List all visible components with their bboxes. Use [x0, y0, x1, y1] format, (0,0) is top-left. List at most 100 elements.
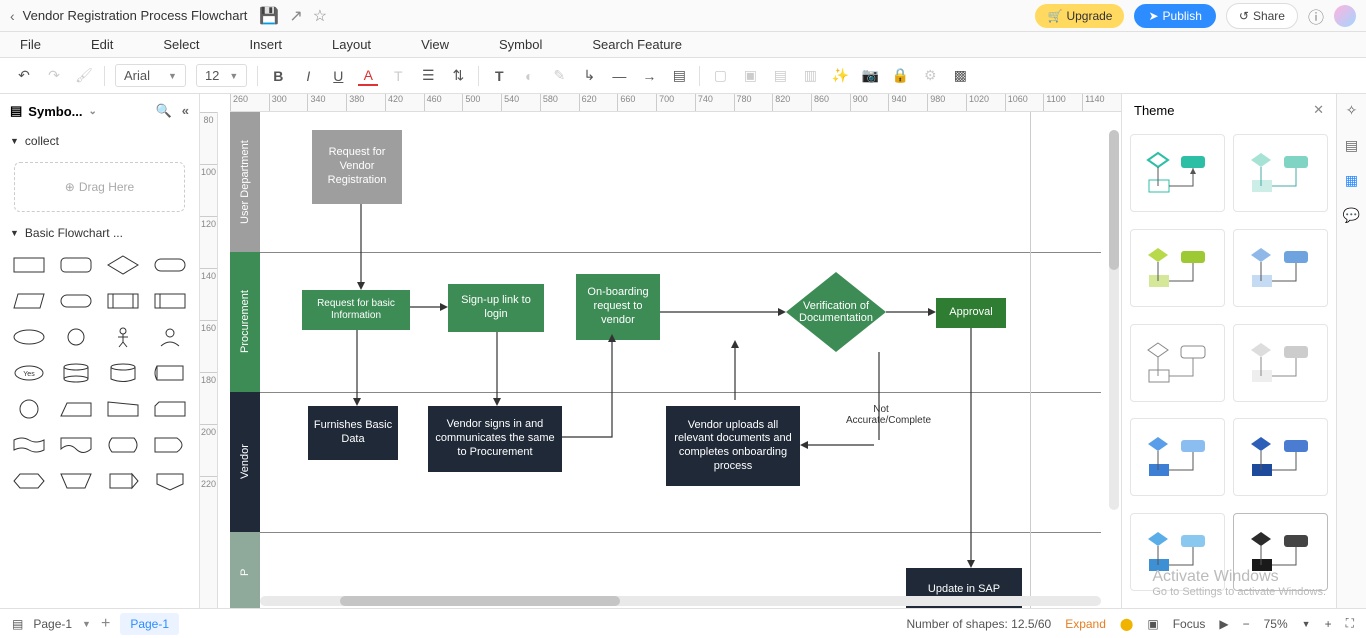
ungroup-icon[interactable]: ▣ [740, 66, 760, 86]
node-uploads[interactable]: Vendor uploads all relevant documents an… [666, 406, 800, 486]
fullscreen-icon[interactable]: ⛶ [1346, 616, 1354, 631]
node-onboarding[interactable]: On-boarding request to vendor [576, 274, 660, 340]
shape-stadium[interactable] [55, 286, 96, 316]
horizontal-scrollbar[interactable] [260, 596, 1101, 606]
shape-trapezoid[interactable] [55, 394, 96, 424]
shape-doc[interactable] [55, 430, 96, 460]
shape-loop[interactable] [55, 466, 96, 496]
shape-yes[interactable]: Yes [8, 358, 49, 388]
menu-file[interactable]: File [20, 37, 41, 52]
warning-icon[interactable]: ⬤ [1120, 617, 1133, 631]
fontcolor-icon[interactable]: A [358, 66, 378, 86]
font-select[interactable]: Arial▼ [115, 64, 186, 87]
fontsize-select[interactable]: 12▼ [196, 64, 247, 87]
collect-section[interactable]: ▼collect [0, 128, 199, 154]
theme-blue[interactable] [1130, 418, 1225, 496]
theme-navy[interactable] [1233, 418, 1328, 496]
theme-lime[interactable] [1130, 229, 1225, 307]
shape-delay[interactable] [150, 430, 191, 460]
align-left-icon[interactable]: ☰ [418, 66, 438, 86]
shape-parallelogram[interactable] [8, 286, 49, 316]
menu-edit[interactable]: Edit [91, 37, 113, 52]
shape-user[interactable] [150, 322, 191, 352]
back-icon[interactable]: ‹ [10, 8, 15, 24]
shape-hex[interactable] [8, 466, 49, 496]
node-request-basic[interactable]: Request for basic Information [302, 290, 410, 330]
zoom-caret-icon[interactable]: ▼ [1302, 619, 1311, 629]
linestyle-icon[interactable]: — [609, 66, 629, 86]
theme-cyan[interactable] [1130, 513, 1225, 591]
effects-icon[interactable]: ✨ [830, 66, 850, 86]
theme-lightblue[interactable] [1233, 229, 1328, 307]
shape-cylinder[interactable] [55, 358, 96, 388]
redo-icon[interactable]: ↷ [44, 66, 64, 86]
scroll-thumb[interactable] [340, 596, 620, 606]
basic-flowchart-section[interactable]: ▼Basic Flowchart ... [0, 220, 199, 246]
comment-icon[interactable]: 💬 [1343, 207, 1360, 224]
shape-drum[interactable] [103, 358, 144, 388]
theme-teal[interactable] [1130, 134, 1225, 212]
canvas-area[interactable]: 2603003403804204605005405806206607007407… [200, 94, 1121, 608]
group-icon[interactable]: ▢ [710, 66, 730, 86]
node-approval[interactable]: Approval [936, 298, 1006, 328]
fit-icon[interactable]: ▩ [950, 66, 970, 86]
palette-icon[interactable]: ✧ [1346, 102, 1358, 119]
shape-circle2[interactable] [8, 394, 49, 424]
canvas[interactable]: User Department Procurement Vendor P Req… [230, 112, 1121, 608]
menu-search[interactable]: Search Feature [592, 37, 682, 52]
menu-select[interactable]: Select [163, 37, 199, 52]
crop-icon[interactable]: ▣ [1147, 617, 1158, 631]
text-tool-icon[interactable]: T [489, 66, 509, 86]
drag-here-zone[interactable]: ⊕Drag Here [14, 162, 185, 212]
lock-icon[interactable]: 🔒 [890, 66, 910, 86]
shape-pill[interactable] [150, 250, 191, 280]
format-painter-icon[interactable]: 🖌 [74, 66, 94, 86]
shape-offpage[interactable] [150, 466, 191, 496]
node-furnishes[interactable]: Furnishes Basic Data [308, 406, 398, 460]
image-icon[interactable]: 📷 [860, 66, 880, 86]
settings-icon[interactable]: ⚙ [920, 66, 940, 86]
shape-diamond[interactable] [103, 250, 144, 280]
publish-button[interactable]: ➤Publish [1134, 4, 1215, 28]
menu-insert[interactable]: Insert [250, 37, 283, 52]
moretools-icon[interactable]: ▤ [669, 66, 689, 86]
vertical-scrollbar[interactable] [1109, 130, 1119, 510]
focus-label[interactable]: Focus [1173, 617, 1206, 631]
shape-manual[interactable] [103, 394, 144, 424]
shape-tag[interactable] [103, 466, 144, 496]
shape-subprocess[interactable] [103, 286, 144, 316]
menu-layout[interactable]: Layout [332, 37, 371, 52]
shape-wave[interactable] [8, 430, 49, 460]
theme-dark[interactable] [1233, 513, 1328, 591]
shape-roundrect[interactable] [55, 250, 96, 280]
add-page-icon[interactable]: + [101, 615, 110, 633]
zoom-out-icon[interactable]: − [1243, 617, 1250, 631]
avatar[interactable] [1334, 5, 1356, 27]
shape-display[interactable] [103, 430, 144, 460]
theme-gray[interactable] [1233, 324, 1328, 402]
undo-icon[interactable]: ↶ [14, 66, 34, 86]
zoom-value[interactable]: 75% [1264, 617, 1288, 631]
underline-icon[interactable]: U [328, 66, 348, 86]
scroll-thumb[interactable] [1109, 130, 1119, 270]
node-verification[interactable]: Verification of Documentation [786, 272, 886, 352]
star-icon[interactable]: ☆ [313, 6, 327, 26]
arrow-icon[interactable]: → [639, 66, 659, 86]
theme-mint[interactable] [1233, 134, 1328, 212]
help-icon[interactable]: ⓘ [1308, 4, 1324, 28]
shape-actor[interactable] [103, 322, 144, 352]
distribute-icon[interactable]: ▥ [800, 66, 820, 86]
close-icon[interactable]: ✕ [1313, 102, 1324, 118]
shape-card[interactable] [150, 286, 191, 316]
page-caret-icon[interactable]: ▼ [82, 619, 91, 629]
bold-icon[interactable]: B [268, 66, 288, 86]
line-spacing-icon[interactable]: ⇅ [448, 66, 468, 86]
highlight-icon[interactable]: T [388, 66, 408, 86]
fill-icon[interactable]: ◐ [519, 66, 539, 86]
upgrade-button[interactable]: 🛒Upgrade [1035, 4, 1124, 28]
italic-icon[interactable]: I [298, 66, 318, 86]
linecolor-icon[interactable]: ✎ [549, 66, 569, 86]
share-button[interactable]: ↺Share [1226, 3, 1298, 29]
search-icon[interactable]: 🔍 [156, 103, 172, 119]
page-select[interactable]: Page-1 [33, 617, 72, 631]
